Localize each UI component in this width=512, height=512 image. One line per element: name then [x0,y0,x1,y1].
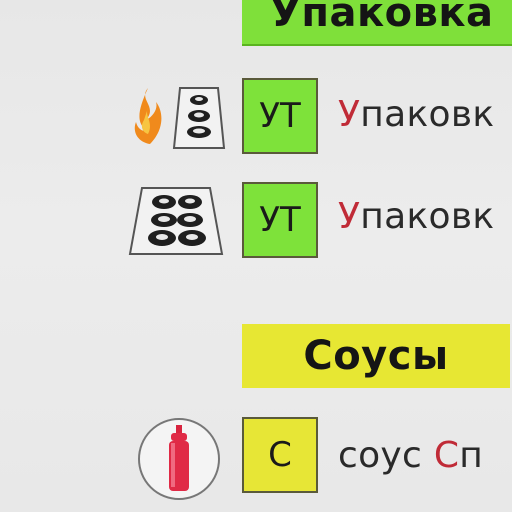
badge-label: УТ [259,96,301,136]
item-name-initial: У [338,196,361,237]
item-name: Упаковк [338,94,494,135]
item-name: Упаковк [338,196,494,237]
item-name-initial: С [433,435,460,476]
category-badge: УТ [242,182,318,258]
menu-screen: Упаковка УТ Упаковк УТ Упаковк Соусы С с… [0,0,512,512]
category-badge: С [242,417,318,493]
category-badge: УТ [242,78,318,154]
item-name-initial: У [338,94,361,135]
section-header-packaging: Упаковка [242,0,512,46]
fire-icon [134,88,162,144]
badge-label: С [268,435,292,475]
menu-item-row[interactable]: С соус Сп [0,417,512,500]
sauce-bottle-icon [138,418,220,500]
item-name-rest: п [459,435,484,476]
menu-item-row[interactable]: УТ Упаковк [0,78,512,158]
section-title-packaging: Упаковка [270,0,494,36]
section-title-sauces: Соусы [303,333,449,379]
sushi-tray-small-icon [172,87,226,149]
item-name-rest: паковк [360,196,495,237]
item-name-rest: паковк [360,94,495,135]
item-name-prefix: соус [338,435,434,476]
menu-item-row[interactable]: УТ Упаковк [0,182,512,262]
badge-label: УТ [259,200,301,240]
section-header-sauces: Соусы [242,324,510,388]
sushi-tray-large-icon [128,187,224,255]
item-name: соус Сп [338,435,483,476]
